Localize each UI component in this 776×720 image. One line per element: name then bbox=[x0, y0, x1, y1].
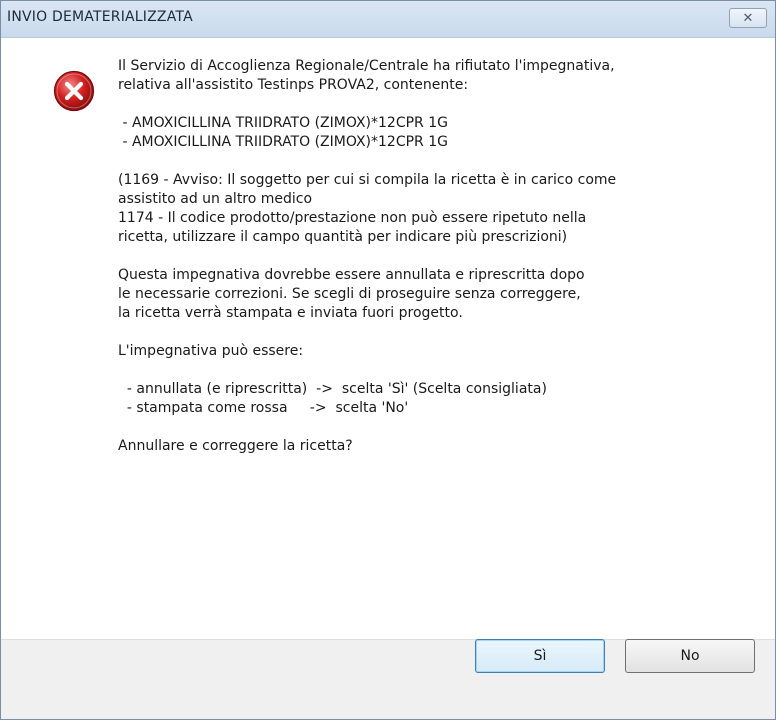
yes-button[interactable]: Sì bbox=[475, 639, 605, 673]
message-line: - AMOXICILLINA TRIIDRATO (ZIMOX)*12CPR 1… bbox=[118, 115, 448, 131]
message-line: - AMOXICILLINA TRIIDRATO (ZIMOX)*12CPR 1… bbox=[118, 134, 448, 150]
dialog-window: INVIO DEMATERIALIZZATA ✕ Il Servizio di … bbox=[0, 0, 776, 720]
message-line: (1169 - Avviso: Il soggetto per cui si c… bbox=[118, 172, 617, 188]
message-line: - annullata (e riprescritta) -> scelta '… bbox=[118, 381, 547, 397]
close-icon: ✕ bbox=[742, 10, 754, 26]
message-line: 1174 - Il codice prodotto/prestazione no… bbox=[118, 210, 587, 226]
message-text: Il Servizio di Accoglienza Regionale/Cen… bbox=[118, 57, 758, 456]
title-bar[interactable]: INVIO DEMATERIALIZZATA ✕ bbox=[1, 1, 775, 38]
message-line: relativa all'assistito Testinps PROVA2, … bbox=[118, 77, 469, 93]
message-line: la ricetta verrà stampata e inviata fuor… bbox=[118, 305, 463, 321]
message-line: Annullare e correggere la ricetta? bbox=[118, 438, 353, 454]
message-line: Questa impegnativa dovrebbe essere annul… bbox=[118, 267, 585, 283]
close-button[interactable]: ✕ bbox=[729, 8, 767, 28]
no-button[interactable]: No bbox=[625, 639, 755, 673]
message-line: le necessarie correzioni. Se scegli di p… bbox=[118, 286, 581, 302]
message-line: ricetta, utilizzare il campo quantità pe… bbox=[118, 229, 568, 245]
message-line: Il Servizio di Accoglienza Regionale/Cen… bbox=[118, 58, 615, 74]
message-line: assistito ad un altro medico bbox=[118, 191, 313, 207]
error-icon bbox=[53, 70, 95, 112]
dialog-title: INVIO DEMATERIALIZZATA bbox=[7, 9, 193, 25]
message-line: - stampata come rossa -> scelta 'No' bbox=[118, 400, 409, 416]
message-line: L'impegnativa può essere: bbox=[118, 343, 304, 359]
